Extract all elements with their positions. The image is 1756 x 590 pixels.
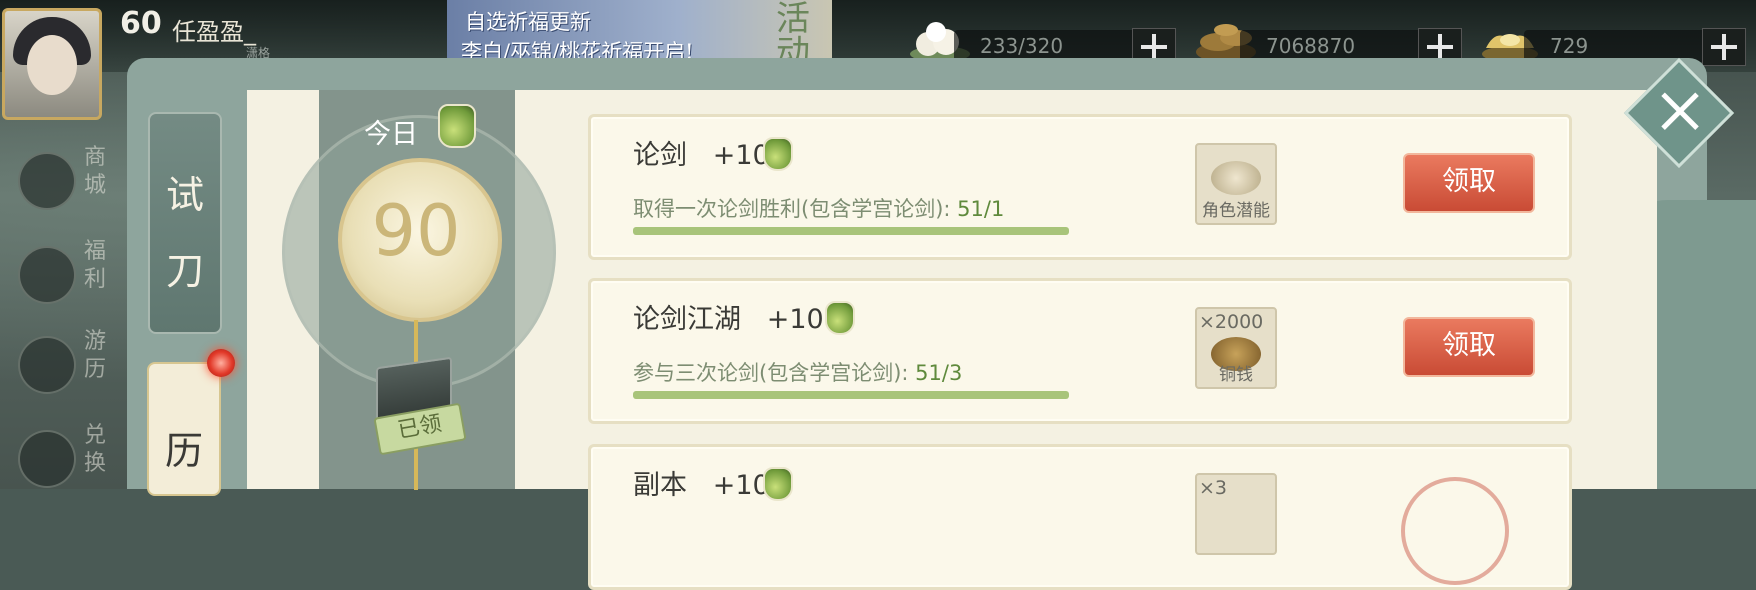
nav-label: 福利: [84, 239, 107, 292]
claim-button[interactable]: 领取: [1403, 317, 1535, 377]
task-progress-bar: [633, 227, 1069, 235]
task-title: 论剑江湖 +10: [633, 297, 824, 336]
notification-dot: [207, 349, 235, 377]
tab-label: 历: [164, 429, 203, 473]
today-score: 90: [371, 190, 461, 272]
resource-value: 233/320: [980, 34, 1064, 58]
task-points: +10: [766, 304, 824, 335]
task-name: 论剑江湖: [633, 304, 741, 335]
tab-journey[interactable]: 历: [147, 362, 221, 496]
nav-shop[interactable]: 商城: [14, 144, 114, 218]
jade-points-icon: [825, 301, 855, 335]
task-card: 论剑江湖 +10 参与三次论剑(包含学宫论剑): 51/3 ×2000 铜钱 领…: [588, 278, 1572, 424]
task-progress: 51/1: [957, 197, 1005, 221]
jade-points-icon: [763, 137, 793, 171]
shop-icon: [18, 152, 76, 210]
player-level: 60: [120, 6, 162, 41]
tab-label: 试: [165, 173, 204, 217]
jade-points-icon: [438, 104, 476, 148]
task-title: 副本 +10: [633, 463, 770, 502]
task-description: 参与三次论剑(包含学宫论剑): 51/3: [633, 357, 962, 387]
horse-icon: [18, 336, 76, 394]
reward-item[interactable]: 角色潜能: [1195, 143, 1277, 225]
resource-value: 7068870: [1266, 34, 1356, 58]
task-progress-bar: [633, 391, 1069, 399]
completed-stamp: [1401, 477, 1509, 585]
nav-label: 商城: [84, 145, 107, 198]
reward-item[interactable]: ×3: [1195, 473, 1277, 555]
task-card: 论剑 +10 取得一次论剑胜利(包含学宫论剑): 51/1 角色潜能 领取: [588, 114, 1572, 260]
task-description: 取得一次论剑胜利(包含学宫论剑): 51/1: [633, 193, 1004, 223]
jade-points-icon: [763, 467, 793, 501]
nav-label: 游历: [84, 329, 107, 382]
welfare-icon: [18, 246, 76, 304]
reward-count: ×2000: [1199, 311, 1264, 333]
reward-label: 角色潜能: [1202, 201, 1270, 221]
tab-label: 刀: [165, 249, 204, 293]
potential-icon: [1211, 161, 1261, 195]
claim-button[interactable]: 领取: [1403, 153, 1535, 213]
reward-item[interactable]: ×2000 铜钱: [1195, 307, 1277, 389]
nav-label: 兑换: [84, 423, 107, 476]
reward-label: 铜钱: [1219, 365, 1253, 385]
tab-trial-blade[interactable]: 试 刀: [148, 112, 222, 334]
task-title: 论剑 +10: [633, 133, 770, 172]
task-progress: 51/3: [915, 361, 963, 385]
task-points: +10: [712, 470, 770, 501]
task-desc-text: 取得一次论剑胜利(包含学宫论剑):: [633, 197, 951, 221]
avatar[interactable]: [2, 8, 102, 120]
add-ingots-button[interactable]: [1702, 28, 1746, 66]
nav-exchange[interactable]: 兑换: [14, 422, 114, 496]
nav-journey[interactable]: 游历: [14, 328, 114, 402]
reward-count: ×3: [1199, 477, 1228, 499]
nav-welfare[interactable]: 福利: [14, 238, 114, 312]
avatar-face: [27, 35, 77, 95]
task-name: 副本: [633, 470, 687, 501]
task-desc-text: 参与三次论剑(包含学宫论剑):: [633, 361, 909, 385]
task-points: +10: [712, 140, 770, 171]
banner-line-1: 自选祈福更新: [465, 10, 591, 34]
exchange-icon: [18, 430, 76, 488]
today-label: 今日: [364, 119, 418, 150]
resource-value: 729: [1550, 34, 1589, 58]
task-name: 论剑: [633, 140, 687, 171]
task-card: 副本 +10 ×3: [588, 444, 1572, 590]
player-name: 任盈盈_: [172, 18, 256, 46]
